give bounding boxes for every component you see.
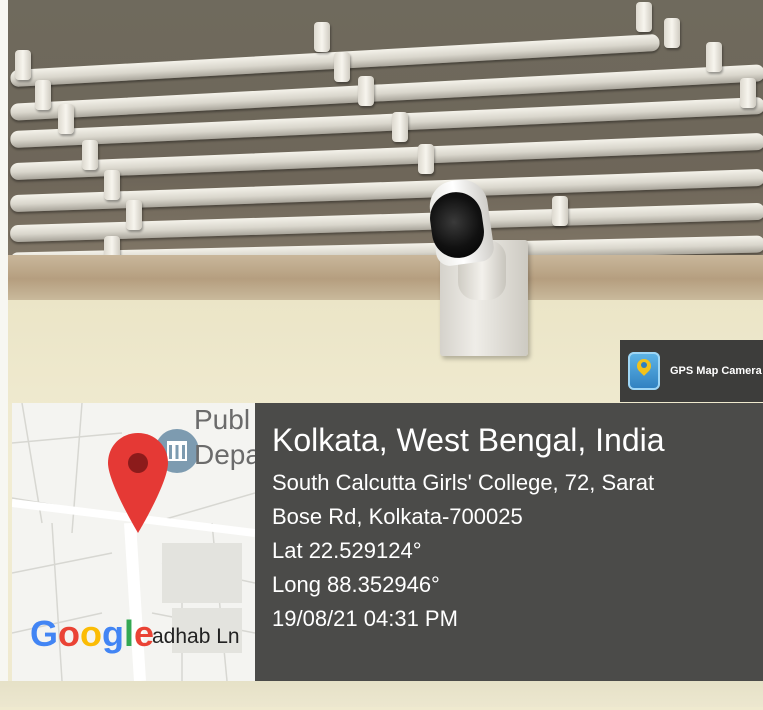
- pipe-clip: [418, 144, 434, 174]
- latitude-value: Lat 22.529124°: [272, 538, 422, 563]
- pipe-clip: [82, 140, 98, 170]
- image-edge: [0, 0, 8, 707]
- pipe-clip: [664, 18, 680, 48]
- pipe-clip: [58, 104, 74, 134]
- wall-bottom: [0, 681, 763, 707]
- longitude-value: Long 88.352946°: [272, 572, 440, 597]
- pipe-clip: [314, 22, 330, 52]
- map-street-label: adhab Ln: [152, 625, 240, 648]
- map-thumbnail: Publ Depa Google adhab Ln: [12, 403, 255, 681]
- pipe-clip: [104, 170, 120, 200]
- pipe-clip: [126, 200, 142, 230]
- timestamp: 19/08/21 04:31 PM: [272, 606, 458, 631]
- pipe-clip: [706, 42, 722, 72]
- gps-map-camera-badge: GPS Map Camera: [620, 340, 763, 402]
- map-place-label: Publ: [194, 404, 251, 435]
- pipe-clip: [334, 52, 350, 82]
- pipe-clip: [740, 78, 756, 108]
- location-title: Kolkata, West Bengal, India: [272, 422, 665, 458]
- location-info: Kolkata, West Bengal, India South Calcut…: [272, 420, 752, 636]
- address-line: South Calcutta Girls' College, 72, Sarat: [272, 470, 655, 495]
- pipe-clip: [392, 112, 408, 142]
- pipe-clip: [636, 2, 652, 32]
- address-line: Bose Rd, Kolkata-700025: [272, 504, 523, 529]
- map-place-label: Depa: [194, 439, 255, 470]
- pipe-clip: [358, 76, 374, 106]
- google-logo: Google: [30, 613, 155, 654]
- pipe-clip: [15, 50, 31, 80]
- gps-map-camera-icon: [628, 352, 660, 390]
- pipe-clip: [552, 196, 568, 226]
- map-pin-icon: [108, 433, 168, 533]
- pipe-clip: [35, 80, 51, 110]
- gps-badge-label: GPS Map Camera: [670, 365, 762, 377]
